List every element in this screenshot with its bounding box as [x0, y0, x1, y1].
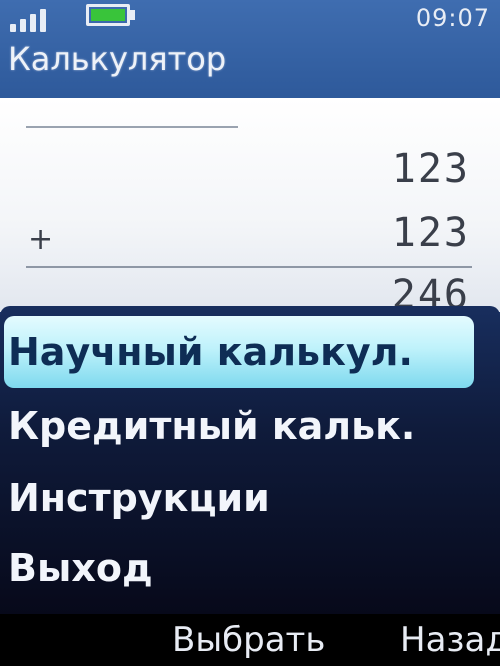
menu-item-loan-calculator[interactable]: Кредитный кальк.	[4, 390, 474, 462]
menu-item-scientific-calculator[interactable]: Научный калькул.	[4, 316, 474, 388]
battery-tip	[130, 10, 135, 20]
signal-strength-icon	[10, 6, 80, 32]
softkey-bar: Выбрать Назад	[0, 614, 500, 666]
display-operator: +	[28, 222, 54, 257]
battery-icon	[86, 4, 130, 26]
menu-item-instructions[interactable]: Инструкции	[4, 462, 474, 534]
select-softkey[interactable]: Выбрать	[172, 620, 325, 660]
menu-item-exit[interactable]: Выход	[4, 532, 474, 604]
battery-level	[91, 9, 125, 21]
clock: 09:07	[415, 4, 490, 32]
signal-bar	[20, 19, 26, 32]
back-softkey[interactable]: Назад	[400, 620, 500, 660]
display-operand-2: 123	[391, 210, 470, 256]
signal-bar	[30, 14, 36, 32]
display-result-divider	[26, 266, 472, 268]
display-divider	[26, 126, 238, 128]
app-title: Калькулятор	[8, 40, 227, 78]
status-bar: 09:07	[0, 0, 500, 38]
signal-bar	[40, 9, 46, 32]
calculator-display: 123 + 123 246	[0, 98, 500, 312]
options-menu: Научный калькул. Кредитный кальк. Инстру…	[0, 306, 500, 614]
display-operand-1: 123	[391, 146, 470, 192]
signal-bar	[10, 24, 16, 32]
